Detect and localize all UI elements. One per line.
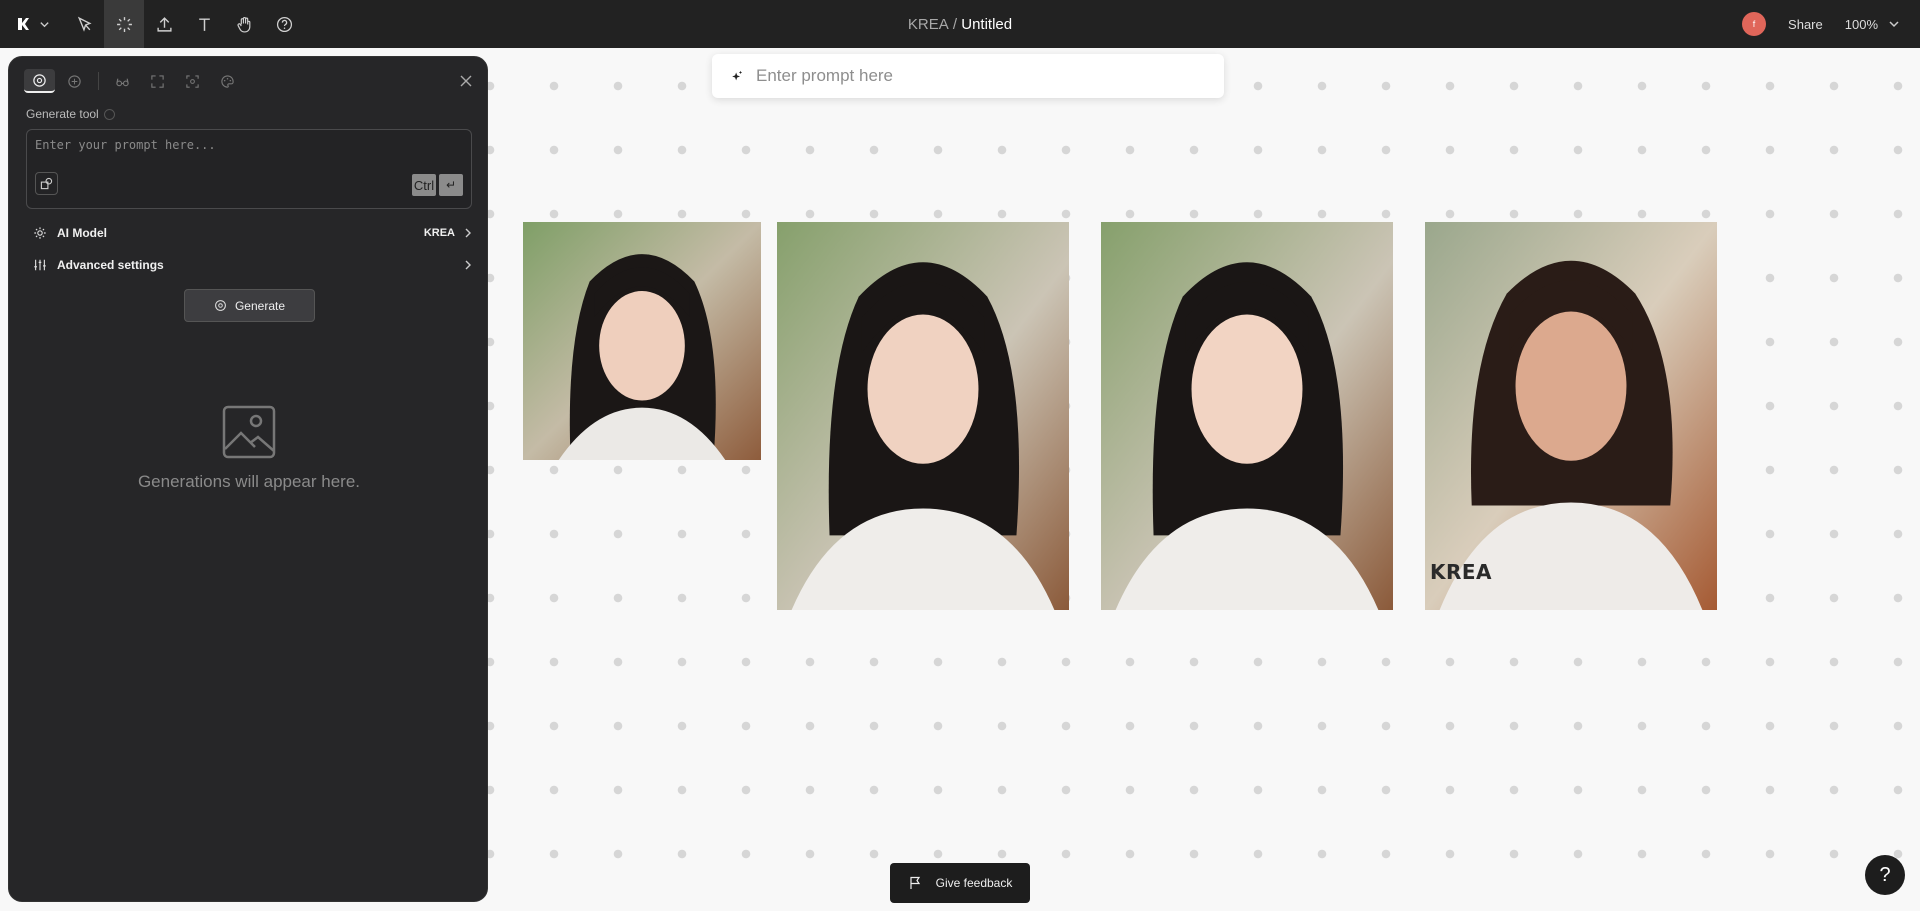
logo-icon <box>17 18 29 30</box>
image-shapes-icon <box>40 177 53 190</box>
tool-label: Generate tool <box>26 107 99 121</box>
panel-tabs <box>24 69 243 93</box>
upload-tool-button[interactable] <box>144 0 184 48</box>
info-icon[interactable] <box>103 108 115 120</box>
top-bar: KREA / Untitled f Share 100% <box>0 0 1920 48</box>
tab-generate[interactable] <box>24 69 55 93</box>
generated-image-3[interactable] <box>1101 222 1393 610</box>
help-button[interactable]: ? <box>1865 855 1905 895</box>
generate-button[interactable]: Generate <box>184 289 315 322</box>
focus-frame-icon <box>186 74 199 88</box>
upload-icon <box>156 16 172 32</box>
enter-key-hint[interactable]: ↵ <box>439 174 463 196</box>
select-tool-button[interactable] <box>64 0 104 48</box>
tab-palette[interactable] <box>212 69 243 93</box>
empty-state-text: Generations will appear here. <box>137 472 361 491</box>
sparkle-loader-icon <box>116 16 132 32</box>
advanced-settings-label: Advanced settings <box>57 258 164 272</box>
ai-model-label: AI Model <box>57 226 107 240</box>
prompt-input[interactable] <box>35 138 455 162</box>
text-tool-button[interactable] <box>184 0 224 48</box>
expand-icon <box>151 74 164 88</box>
generated-image-4[interactable]: KREA <box>1425 222 1717 610</box>
aperture-icon <box>33 73 46 87</box>
chevron-down-icon <box>39 21 49 27</box>
sparkles-icon <box>732 70 743 81</box>
title-separator: / <box>948 15 962 33</box>
generate-label: Generate <box>234 298 286 313</box>
aperture-icon <box>215 300 226 311</box>
generate-tool-button[interactable] <box>104 0 144 48</box>
image-placeholder-icon <box>222 405 276 459</box>
app-name: KREA <box>907 15 949 33</box>
shield-icon <box>68 74 81 88</box>
text-icon <box>198 17 210 31</box>
image-prompt-button[interactable] <box>35 172 58 195</box>
prompt-box: Ctrl ↵ <box>26 129 472 209</box>
feedback-label: Give feedback <box>935 876 1013 890</box>
help-icon <box>276 16 292 32</box>
zoom-level: 100% <box>1844 16 1878 32</box>
document-title[interactable]: KREA / Untitled <box>908 0 1012 48</box>
tab-glasses[interactable] <box>107 69 138 93</box>
help-tool-button[interactable] <box>264 0 304 48</box>
flag-icon <box>910 876 920 889</box>
tab-divider <box>98 72 99 90</box>
generated-image-1[interactable] <box>523 222 761 460</box>
tab-select[interactable] <box>177 69 208 93</box>
chevron-down-icon <box>1889 21 1899 28</box>
gear-icon <box>34 227 46 239</box>
generated-image-2[interactable] <box>777 222 1069 610</box>
tool-label-row: Generate tool <box>26 107 115 121</box>
ai-model-value: KREA <box>423 227 455 239</box>
share-button[interactable]: Share <box>1788 17 1823 32</box>
give-feedback-button[interactable]: Give feedback <box>890 863 1030 903</box>
generate-panel: Generate tool Ctrl ↵ AI Model KREA Advan… <box>8 56 488 902</box>
avatar[interactable]: f <box>1742 12 1767 36</box>
palette-icon <box>221 74 234 88</box>
canvas-prompt-bar <box>712 54 1224 98</box>
hand-icon <box>236 16 250 33</box>
portrait-image <box>523 222 761 460</box>
portrait-image <box>1425 222 1717 610</box>
hand-tool-button[interactable] <box>224 0 264 48</box>
ctrl-key-hint: Ctrl <box>412 174 436 196</box>
ai-model-row[interactable]: AI Model KREA <box>33 222 473 244</box>
chevron-right-icon <box>465 260 471 270</box>
canvas-prompt-input[interactable] <box>756 66 1196 86</box>
logo-menu-button[interactable] <box>0 0 64 48</box>
portrait-image <box>1101 222 1393 610</box>
chevron-right-icon <box>465 228 471 238</box>
glasses-icon <box>116 78 129 86</box>
cursor-icon <box>77 16 92 32</box>
tab-realtime[interactable] <box>59 69 90 93</box>
sliders-icon <box>34 259 46 271</box>
tab-upscale[interactable] <box>142 69 173 93</box>
krea-watermark: KREA <box>1430 560 1493 584</box>
advanced-settings-row[interactable]: Advanced settings <box>33 254 473 276</box>
close-icon[interactable] <box>459 74 473 88</box>
document-name[interactable]: Untitled <box>961 16 1012 33</box>
zoom-dropdown[interactable]: 100% <box>1845 17 1900 32</box>
portrait-image <box>777 222 1069 610</box>
